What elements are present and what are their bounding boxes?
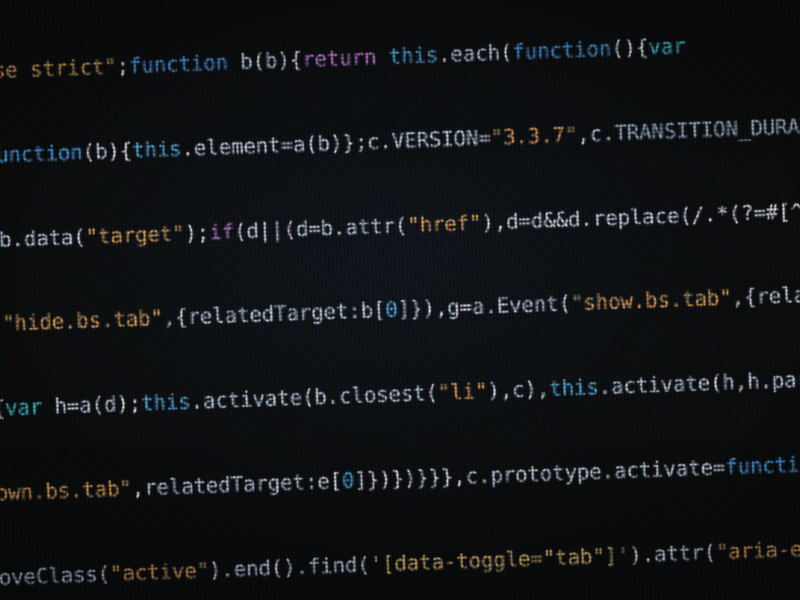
code-line: ))}var c=function(b){this.element=a(b)};… (0, 112, 800, 168)
source-code-text: ollspy=d,this},a(window).on("load",a(win… (0, 0, 800, 600)
code-line: tion(a){"use strict";function b(b){retur… (0, 33, 686, 84)
code-line: f=a.Event("hide.bs.tab",{relatedTarget:b… (0, 278, 800, 337)
code-line: vented()){var h=a(d);this.activate(b.clo… (0, 365, 800, 423)
code-line: ive").removeClass("active").end().find('… (0, 532, 800, 591)
code-line: menu)"),d=b.data("target");if(d||(d=b.at… (0, 194, 800, 252)
code-screen-photo: ollspy=d,this},a(window).on("load",a(win… (0, 0, 800, 600)
monitor-surface: ollspy=d,this},a(window).on("load",a(win… (0, 0, 800, 600)
code-line: {type:"shown.bs.tab",relatedTarget:e[0]}… (0, 451, 800, 507)
code-line: ollspy=d,this},a(window).on("load",a(win… (0, 0, 800, 6)
